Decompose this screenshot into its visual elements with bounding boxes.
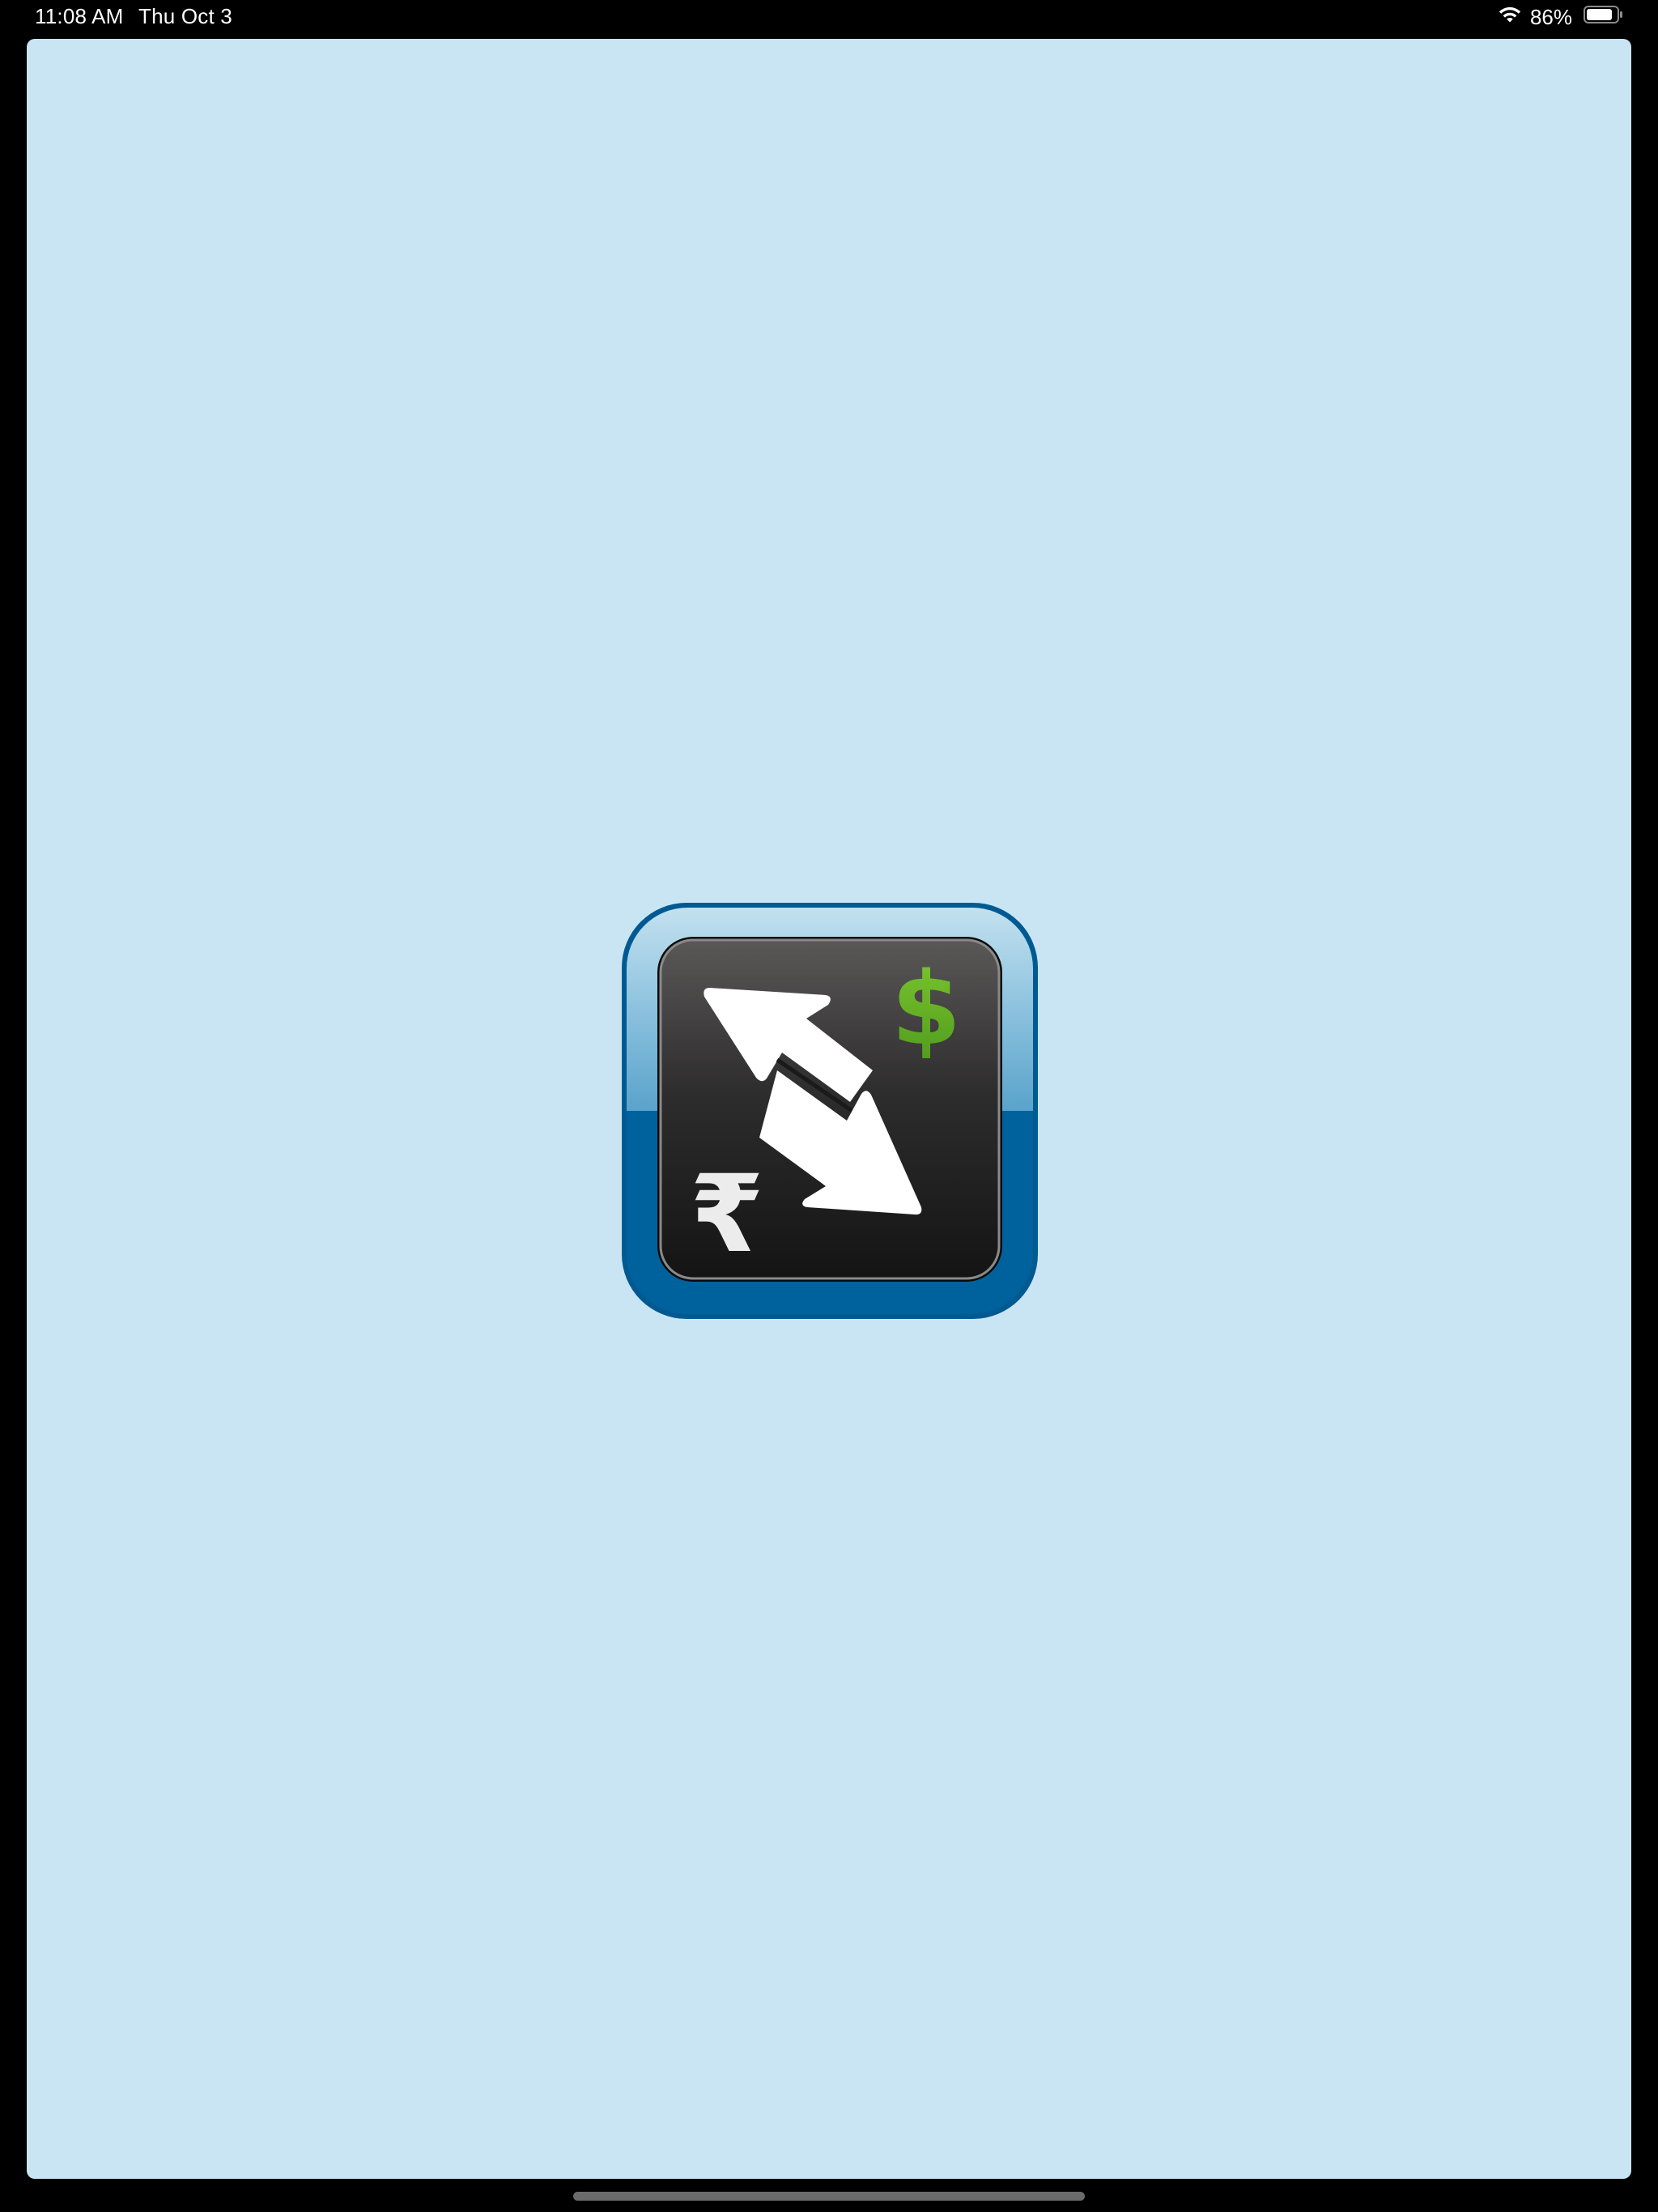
svg-text:₹: ₹: [690, 1152, 764, 1277]
screen: 11:08 AM Thu Oct 3 86% $ ₹: [0, 0, 1658, 2212]
status-date: Thu Oct 3: [138, 4, 232, 28]
dollar-icon: $: [891, 951, 961, 1068]
battery-percent: 86%: [1529, 4, 1572, 29]
rupee-icon: ₹: [690, 1152, 764, 1277]
status-time: 11:08 AM: [35, 4, 124, 28]
svg-text:$: $: [891, 951, 961, 1068]
status-right: 86%: [1498, 3, 1624, 31]
battery-icon: [1584, 5, 1624, 30]
currency-exchange-logo-icon: $ ₹: [619, 900, 1041, 1322]
home-indicator[interactable]: [573, 2192, 1085, 2201]
splash-content: $ ₹: [27, 39, 1631, 2179]
wifi-icon: [1498, 5, 1522, 30]
status-bar: 11:08 AM Thu Oct 3 86%: [0, 0, 1658, 36]
